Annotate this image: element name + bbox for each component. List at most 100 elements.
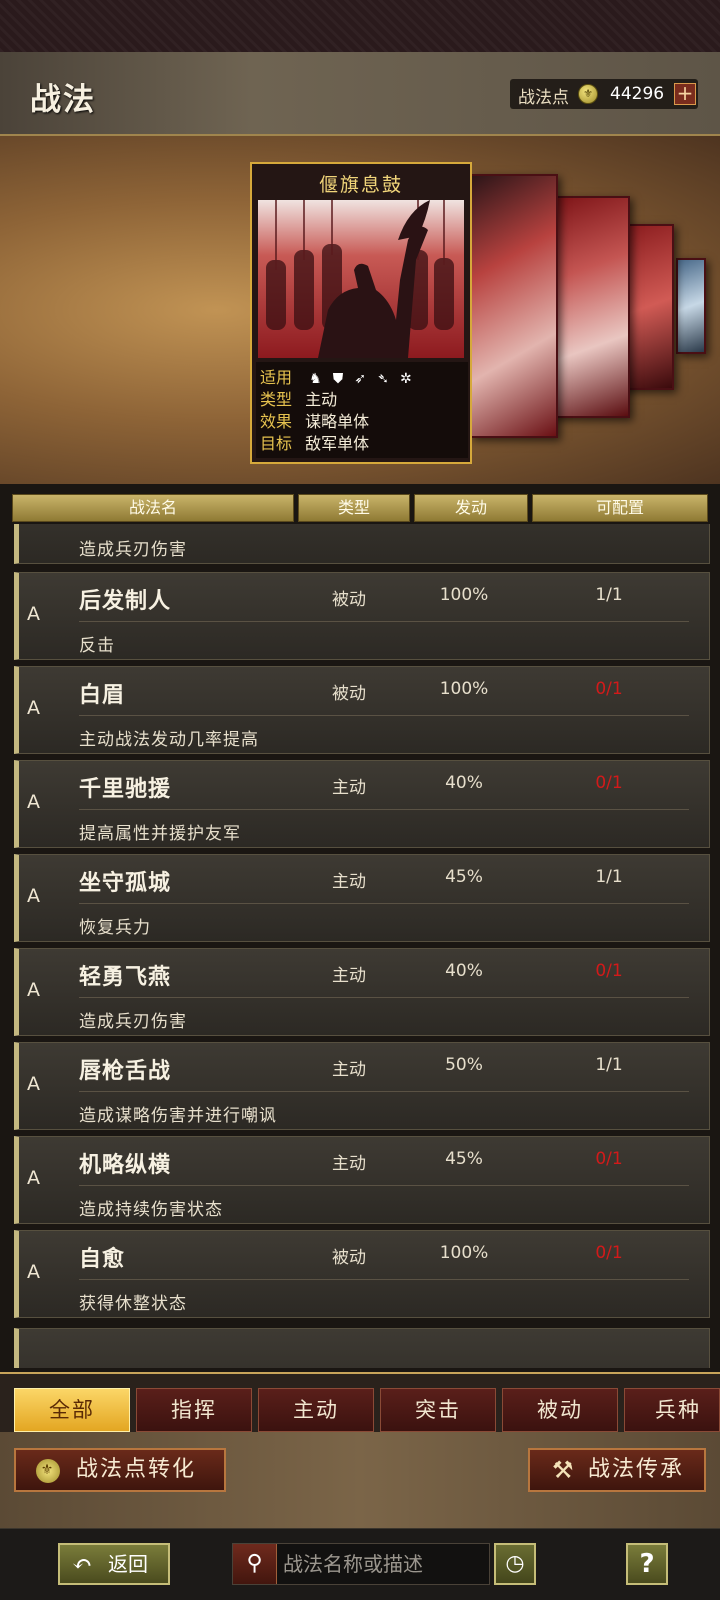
tactic-row[interactable]: A 后发制人 被动 100% 1/1 反击 xyxy=(14,572,710,660)
grade-label: A xyxy=(27,603,40,625)
card-back-2[interactable] xyxy=(552,196,630,418)
tactic-config-count: 1/1 xyxy=(595,867,623,887)
tactic-name: 后发制人 xyxy=(79,588,172,614)
back-arrow-icon: ↶ xyxy=(72,1550,93,1578)
tactic-row[interactable]: A 千里驰援 主动 40% 0/1 提高属性并援护友军 xyxy=(14,760,710,848)
history-clock-icon[interactable]: ◷ xyxy=(494,1543,536,1585)
column-header-trigger[interactable]: 发动 xyxy=(414,494,528,522)
list-header: 战法名 类型 发动 可配置 xyxy=(12,494,708,522)
tactic-type: 被动 xyxy=(332,684,366,704)
row-divider xyxy=(79,809,689,810)
shield-icon: ⛊ xyxy=(332,371,344,387)
info-value: 敌军单体 xyxy=(305,434,370,453)
tactic-desc: 恢复兵力 xyxy=(79,918,151,938)
tactic-trigger-rate: 100% xyxy=(439,585,489,605)
back-label: 返回 xyxy=(108,1552,148,1576)
tactic-row[interactable]: A 机略纵横 主动 45% 0/1 造成持续伤害状态 xyxy=(14,1136,710,1224)
tactic-row-partial-bottom[interactable] xyxy=(14,1328,710,1368)
tactic-config-count: 0/1 xyxy=(595,679,623,699)
card-info-row-effect: 效果 谋略单体 xyxy=(260,408,369,432)
tactic-type: 主动 xyxy=(332,778,366,798)
row-divider xyxy=(79,1185,689,1186)
tactic-desc: 造成谋略伤害并进行嘲讽 xyxy=(79,1106,277,1126)
spear-icon: ➴ xyxy=(377,371,389,387)
tactic-desc: 造成持续伤害状态 xyxy=(79,1200,223,1220)
tab-active[interactable]: 主动 xyxy=(258,1388,374,1432)
tactic-row[interactable]: A 唇枪舌战 主动 50% 1/1 造成谋略伤害并进行嘲讽 xyxy=(14,1042,710,1130)
header-bar: 战法 战法点 ⚜ 44296 + xyxy=(0,52,720,136)
tactic-config-count: 1/1 xyxy=(595,585,623,605)
tactic-type: 主动 xyxy=(332,1060,366,1080)
tactic-row[interactable]: A 白眉 被动 100% 0/1 主动战法发动几率提高 xyxy=(14,666,710,754)
search-input[interactable] xyxy=(283,1544,483,1584)
tactic-name: 自愈 xyxy=(79,1246,126,1272)
tactic-config-count: 0/1 xyxy=(595,1243,623,1263)
grade-label: A xyxy=(27,885,40,907)
help-button[interactable]: ? xyxy=(626,1543,668,1585)
inherit-tactic-button[interactable]: ⚒ 战法传承 xyxy=(528,1448,706,1492)
add-points-button[interactable]: + xyxy=(674,83,696,105)
coin-icon: ⚜ xyxy=(578,84,598,104)
tactic-trigger-rate: 45% xyxy=(445,867,483,887)
row-divider xyxy=(79,621,689,622)
tab-troop[interactable]: 兵种 xyxy=(624,1388,720,1432)
grade-label: A xyxy=(27,791,40,813)
tactic-config-count: 1/1 xyxy=(595,1055,623,1075)
tactic-trigger-rate: 100% xyxy=(439,1243,489,1263)
search-icon[interactable]: ⚲ xyxy=(233,1544,277,1584)
tactic-type: 主动 xyxy=(332,872,366,892)
tactic-trigger-rate: 45% xyxy=(445,1149,483,1169)
tactic-trigger-rate: 40% xyxy=(445,961,483,981)
tactic-points-panel: 战法点 ⚜ 44296 + xyxy=(510,79,698,109)
tactic-config-count: 0/1 xyxy=(595,773,623,793)
tactic-list[interactable]: A 造成兵刃伤害 A后发制人被动100%1/1反击A白眉被动100%0/1主动战… xyxy=(14,524,710,1368)
bow-icon: ➶ xyxy=(354,371,367,387)
grade-label: A xyxy=(27,979,40,1001)
column-header-name[interactable]: 战法名 xyxy=(12,494,294,522)
search-box: ⚲ xyxy=(232,1543,490,1585)
tactic-desc: 提高属性并援护友军 xyxy=(79,824,241,844)
column-header-type[interactable]: 类型 xyxy=(298,494,410,522)
card-title: 偃旗息鼓 xyxy=(318,174,403,196)
tactic-points-value: 44296 xyxy=(610,84,665,104)
row-divider xyxy=(79,997,689,998)
info-key: 适用 xyxy=(260,368,293,387)
tactic-name: 白眉 xyxy=(79,682,126,708)
back-button[interactable]: ↶ 返回 xyxy=(58,1543,170,1585)
tactic-name: 坐守孤城 xyxy=(79,870,172,896)
tactic-type: 被动 xyxy=(332,1248,366,1268)
grade-label: A xyxy=(27,1261,40,1283)
column-header-config[interactable]: 可配置 xyxy=(532,494,708,522)
card-info-row-target: 目标 敌军单体 xyxy=(260,430,369,454)
tab-assault[interactable]: 突击 xyxy=(380,1388,496,1432)
card-back-4[interactable] xyxy=(676,258,706,354)
coin-icon: ⚜ xyxy=(36,1459,60,1483)
tactic-config-count: 0/1 xyxy=(595,961,623,981)
tactic-trigger-rate: 40% xyxy=(445,773,483,793)
info-value: 谋略单体 xyxy=(305,412,370,431)
tactic-row[interactable]: A 自愈 被动 100% 0/1 获得休整状态 xyxy=(14,1230,710,1318)
top-decor-strip xyxy=(0,0,720,52)
card-artwork xyxy=(258,200,464,358)
info-key: 类型 xyxy=(260,390,293,409)
tab-command[interactable]: 指挥 xyxy=(136,1388,252,1432)
tab-passive[interactable]: 被动 xyxy=(502,1388,618,1432)
tactic-row[interactable]: A 坐守孤城 主动 45% 1/1 恢复兵力 xyxy=(14,854,710,942)
info-key: 效果 xyxy=(260,412,293,431)
tactic-name: 轻勇飞燕 xyxy=(79,964,172,990)
grade-label: A xyxy=(27,697,40,719)
tactic-type: 主动 xyxy=(332,1154,366,1174)
tactic-row-partial[interactable]: A 造成兵刃伤害 xyxy=(14,524,710,564)
tab-all[interactable]: 全部 xyxy=(14,1388,130,1432)
convert-points-button[interactable]: ⚜ 战法点转化 xyxy=(14,1448,226,1492)
featured-tactic-card[interactable]: 偃旗息鼓 适用 ♞ ⛊ ➶ ➴ ✲ 类型 主动 效果 谋略单体 目标 敌军单体 xyxy=(250,162,472,464)
card-back-1[interactable] xyxy=(470,174,558,438)
tactic-points-label: 战法点 xyxy=(518,88,569,108)
tactic-row[interactable]: A 轻勇飞燕 主动 40% 0/1 造成兵刃伤害 xyxy=(14,948,710,1036)
card-info-row-type: 类型 主动 xyxy=(260,386,337,410)
tactic-type: 被动 xyxy=(332,590,366,610)
tactic-desc: 造成兵刃伤害 xyxy=(79,540,187,560)
tactic-trigger-rate: 50% xyxy=(445,1055,483,1075)
convert-points-label: 战法点转化 xyxy=(76,1457,197,1482)
tactic-desc: 主动战法发动几率提高 xyxy=(79,730,259,750)
